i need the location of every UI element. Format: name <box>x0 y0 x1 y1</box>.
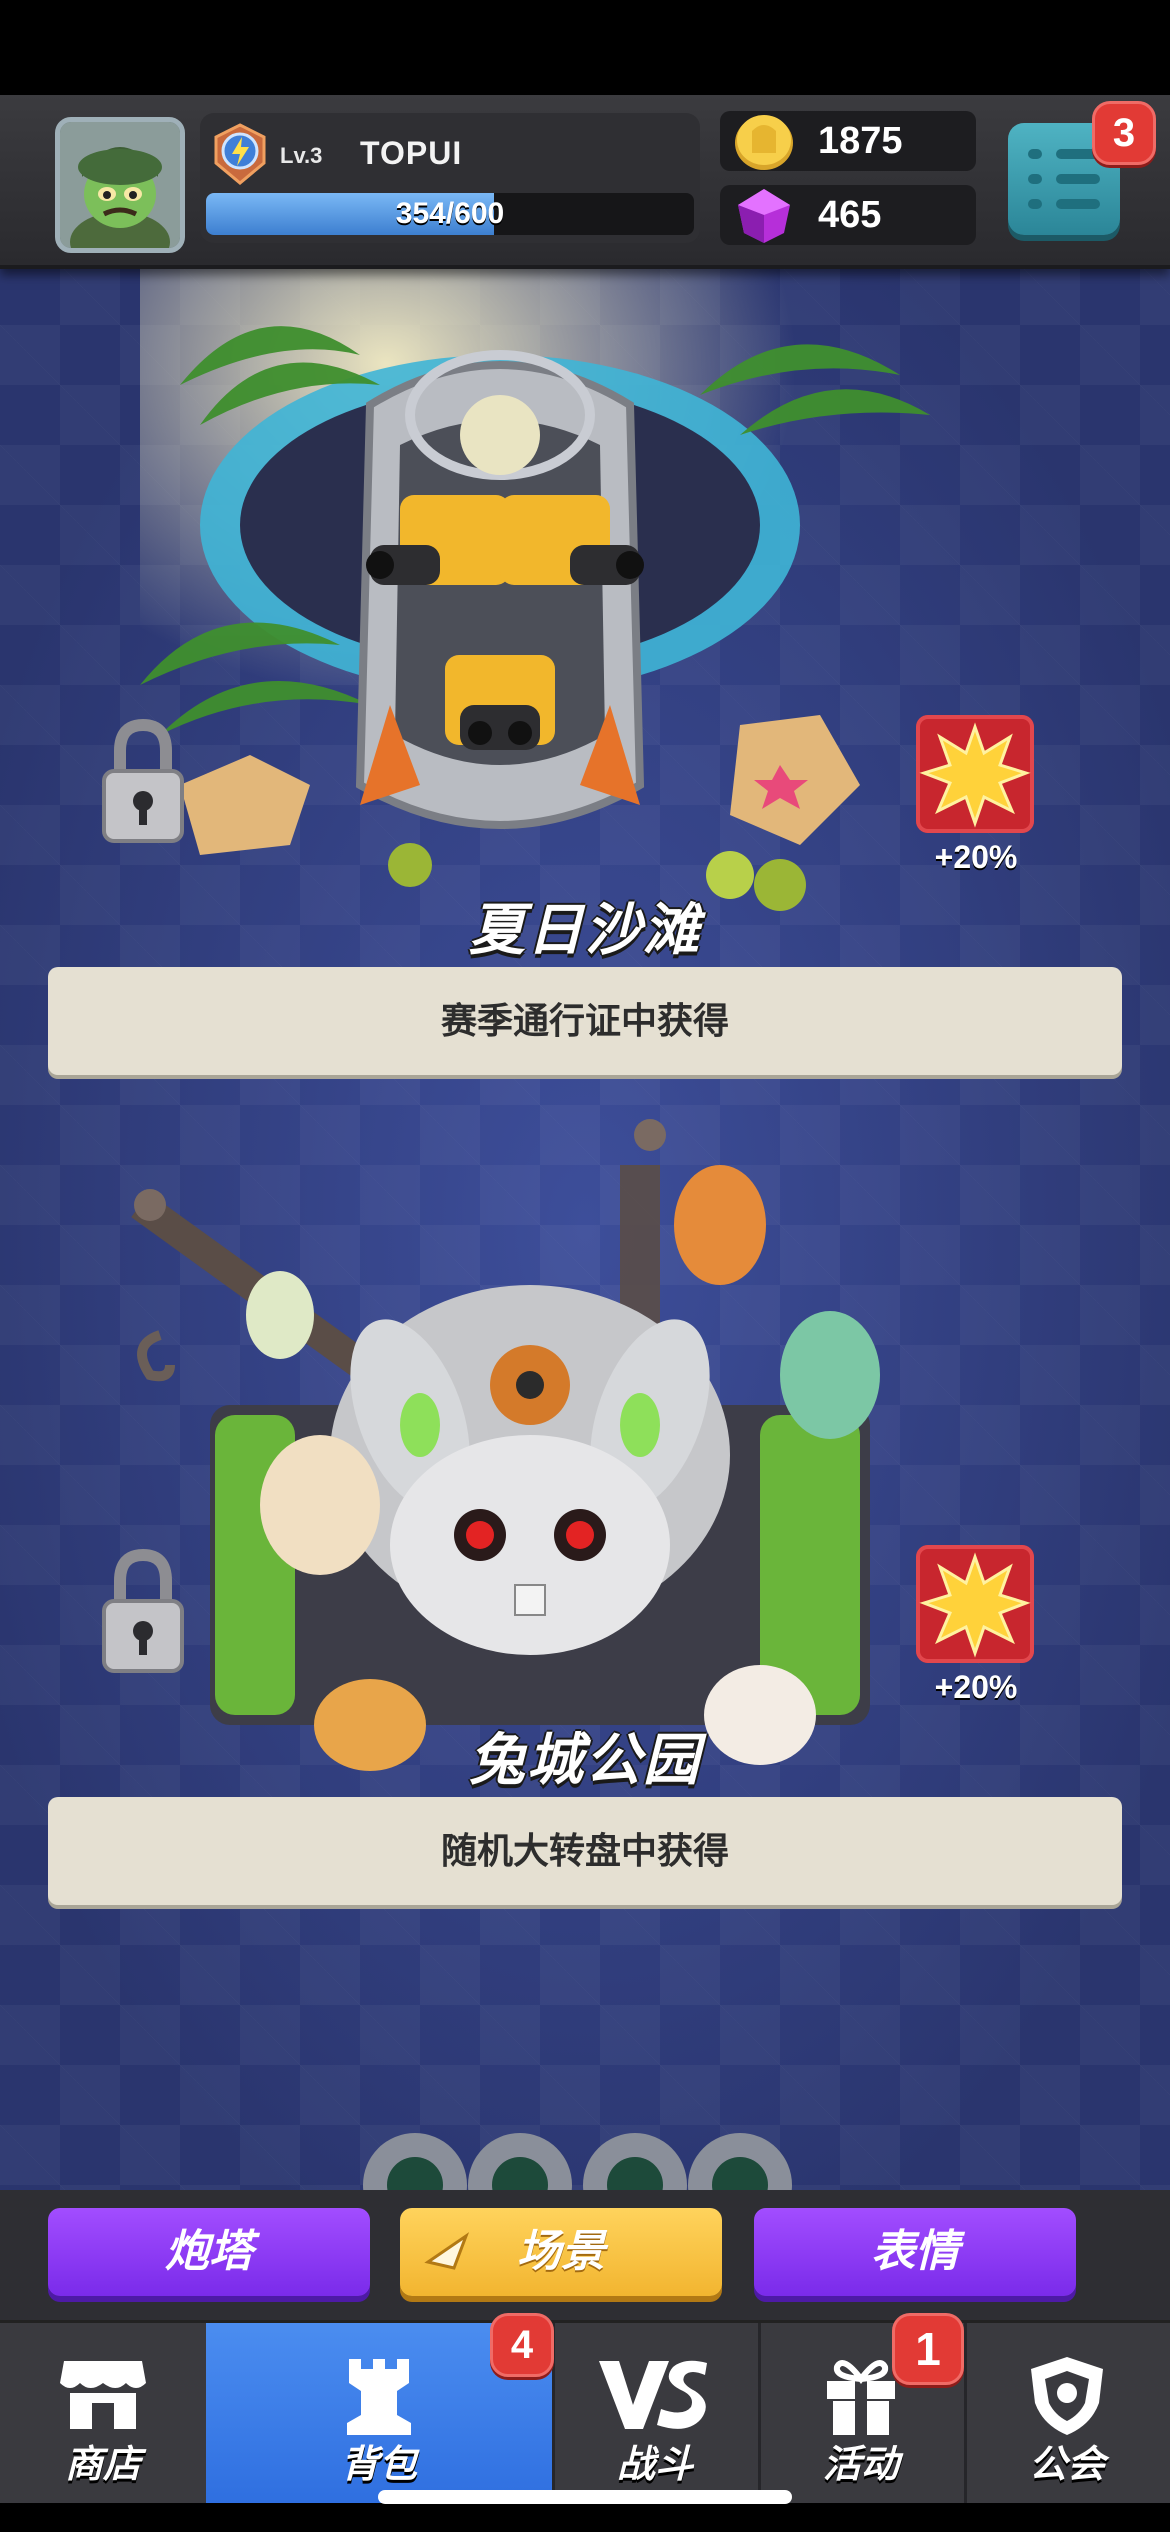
gem-icon <box>738 189 790 243</box>
lock-icon <box>102 718 184 843</box>
menu-notification-badge: 3 <box>1092 101 1156 165</box>
bottom-nav: 商店 背包 战斗 活动 公会 4 1 <box>0 2313 1170 2503</box>
selected-arrow-icon <box>424 2232 470 2270</box>
castle-tower-icon <box>347 2359 411 2435</box>
rabbit-park-scene-image[interactable] <box>120 1105 960 1785</box>
gem-value: 465 <box>818 194 882 236</box>
scene-source-box: 随机大转盘中获得 <box>48 1797 1122 1905</box>
shop-icon <box>60 2361 146 2429</box>
explosion-icon <box>919 722 1031 828</box>
scene-list[interactable]: +20% 夏日沙滩 赛季通行证中获得 +20% 兔城公园 随机大转盘中获得 <box>0 265 1170 2190</box>
bonus-percent: +20% <box>934 839 1018 875</box>
gift-icon <box>827 2360 895 2435</box>
top-bar: Lv.3 TOPUI 354/600 1875 465 3 <box>0 95 1170 269</box>
damage-bonus-badge: +20% <box>916 1545 1036 1706</box>
gold-value: 1875 <box>818 120 903 162</box>
xp-text: 354/600 <box>395 197 505 230</box>
menu-list-line <box>1056 199 1100 209</box>
lock-icon <box>102 1548 184 1673</box>
nav-shop-label: 商店 <box>64 2444 141 2486</box>
next-scene-preview-image <box>363 2133 792 2190</box>
scene-title: 夏日沙滩 <box>469 898 701 961</box>
turret-center <box>445 655 555 750</box>
explosion-icon <box>919 1552 1031 1658</box>
nav-shop[interactable]: 商店 <box>0 2323 209 2503</box>
tab-turret[interactable]: 炮塔 <box>48 2208 370 2296</box>
menu-list-dot <box>1028 174 1042 184</box>
backpack-notification-badge: 4 <box>490 2313 554 2377</box>
nav-guild-label: 公会 <box>1028 2444 1105 2486</box>
nav-activity-label: 活动 <box>822 2444 899 2486</box>
player-name: TOPUI <box>360 135 463 171</box>
tab-scene[interactable]: 场景 <box>400 2208 722 2296</box>
category-tabs: 炮塔 场景 表情 <box>0 2190 1170 2320</box>
bonus-percent: +20% <box>934 1669 1018 1705</box>
menu-list-dot <box>1028 199 1042 209</box>
guild-shield-icon <box>1031 2357 1103 2435</box>
damage-bonus-badge: +20% <box>916 715 1036 876</box>
status-bar <box>0 0 1170 95</box>
versus-icon <box>599 2360 707 2429</box>
menu-list-line <box>1056 174 1100 184</box>
tab-scene-label: 场景 <box>517 2227 605 2276</box>
gem-counter[interactable]: 465 <box>720 185 976 245</box>
scene-title: 兔城公园 <box>469 1728 701 1791</box>
level-icon <box>214 123 266 185</box>
tab-emote[interactable]: 表情 <box>754 2208 1076 2296</box>
activity-notification-badge: 1 <box>892 2313 964 2385</box>
scene-source-box: 赛季通行证中获得 <box>48 967 1122 1075</box>
level-label: Lv.3 <box>280 143 323 168</box>
gold-counter[interactable]: 1875 <box>720 111 976 171</box>
nav-guild[interactable]: 公会 <box>964 2323 1170 2503</box>
player-panel: Lv.3 TOPUI 354/600 <box>200 113 700 243</box>
player-avatar[interactable] <box>55 117 185 253</box>
xp-progress-bar: 354/600 <box>206 193 694 235</box>
nav-backpack-label: 背包 <box>340 2444 417 2486</box>
gold-coin-icon <box>735 115 793 170</box>
menu-list-icon <box>1028 149 1042 159</box>
summer-beach-scene-image[interactable] <box>140 265 960 925</box>
nav-battle-label: 战斗 <box>616 2444 693 2486</box>
nav-battle[interactable]: 战斗 <box>552 2323 761 2503</box>
home-indicator[interactable] <box>378 2490 792 2504</box>
